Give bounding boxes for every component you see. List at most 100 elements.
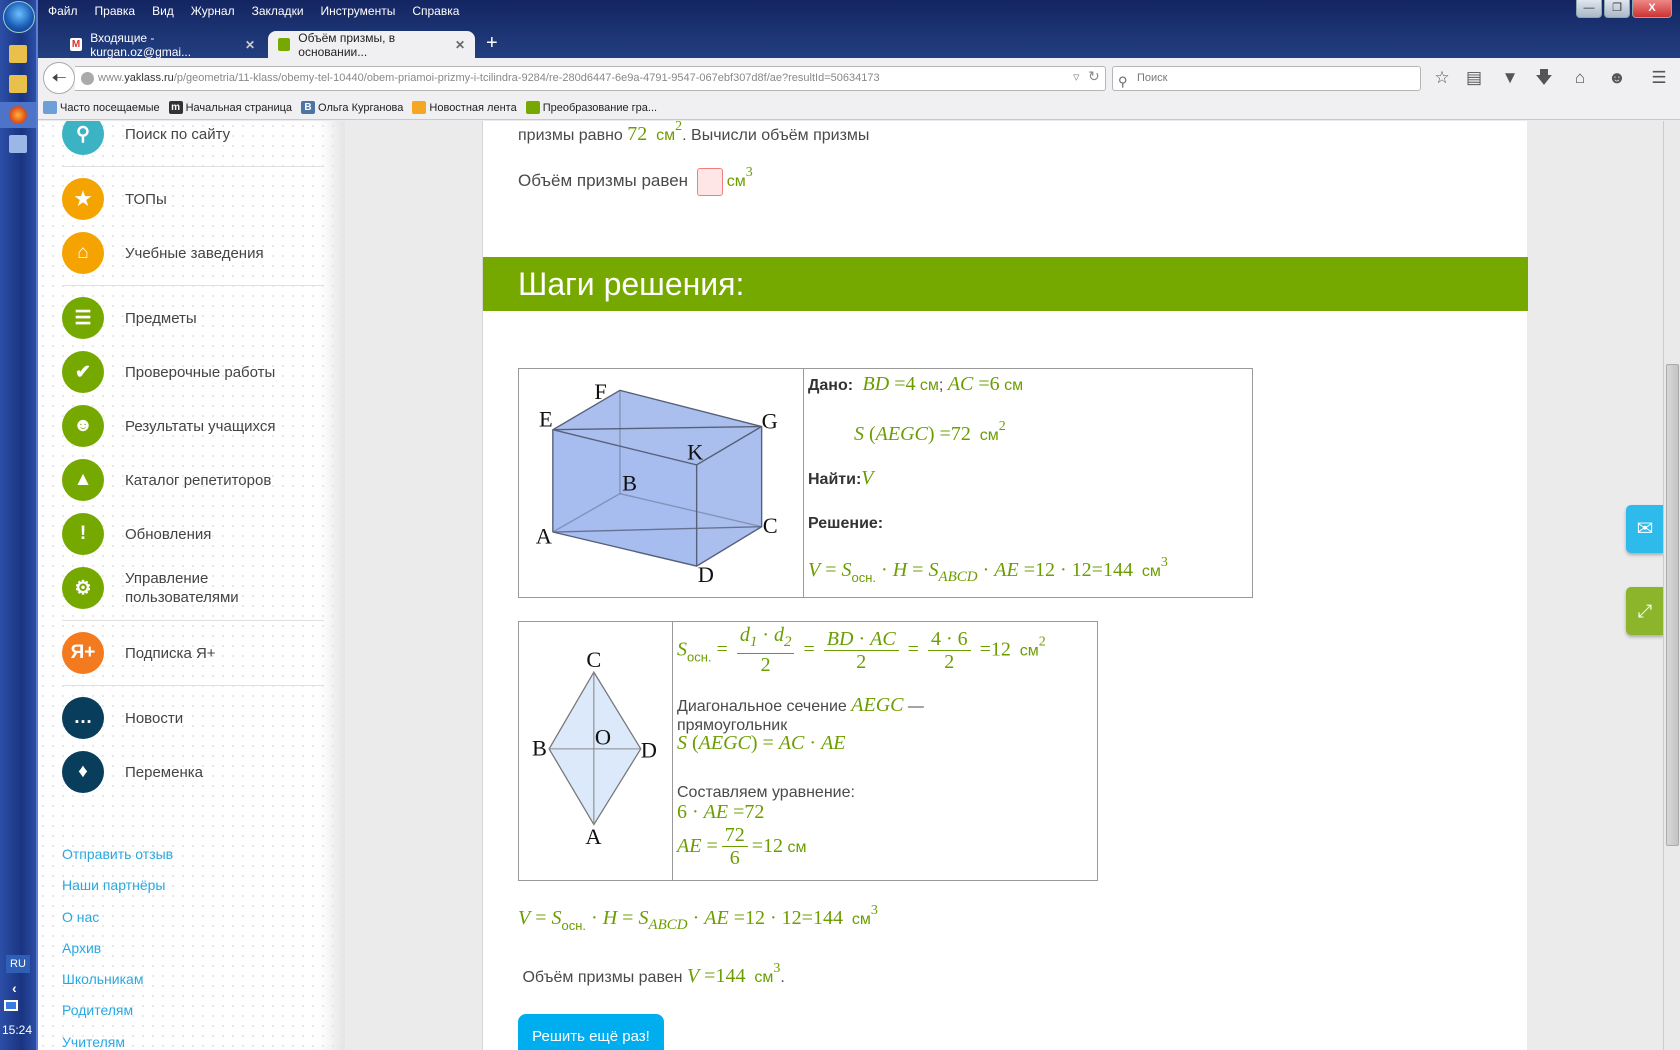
tab-yaklass[interactable]: Объём призмы, в основании... ✕ xyxy=(268,31,475,59)
fraction-numerator: d1 · d2 xyxy=(736,624,795,654)
new-tab-button[interactable]: + xyxy=(486,32,498,55)
tab-gmail[interactable]: M Входящие - kurgan.oz@gmai... ✕ xyxy=(60,31,265,59)
math-u: см xyxy=(745,969,774,986)
windows-taskbar: RU ‹ 15:24 xyxy=(0,0,38,1050)
math-mo: = xyxy=(617,907,639,929)
math-mo: · xyxy=(757,624,774,646)
reload-icon[interactable]: ↻ xyxy=(1088,68,1100,85)
math-t: Составляем уравнение: xyxy=(677,784,855,801)
home-icon[interactable]: ⌂ xyxy=(1569,67,1591,89)
language-indicator[interactable]: RU xyxy=(6,955,30,973)
sidebar-item[interactable]: ☻ Результаты учащихся xyxy=(62,399,324,453)
footer-link[interactable]: Учителям xyxy=(62,1031,173,1050)
menu-history[interactable]: Журнал xyxy=(191,4,235,18)
restore-button[interactable]: ❐ xyxy=(1604,0,1630,18)
retry-button[interactable]: Решить ещё раз! xyxy=(518,1014,664,1050)
sidebar-item[interactable]: ⚲ Поиск по сайту xyxy=(62,121,324,161)
math-mi: d xyxy=(739,624,750,646)
math-mo: · xyxy=(804,732,822,754)
footer-link[interactable]: Школьникам xyxy=(62,968,173,999)
math-mi: AEGC xyxy=(851,694,904,716)
footer-link[interactable]: Родителям xyxy=(62,999,173,1030)
url-bar[interactable]: www.yaklass.ru/p/geometria/11-klass/obem… xyxy=(75,66,1106,91)
reading-list-icon[interactable]: ▤ xyxy=(1463,67,1485,89)
menu-help[interactable]: Справка xyxy=(412,4,459,18)
chat-icon[interactable]: ☻ xyxy=(1606,67,1628,89)
pocket-icon[interactable]: ▼ xyxy=(1499,67,1521,89)
page-scrollbar[interactable] xyxy=(1663,121,1680,1050)
sidebar-divider xyxy=(62,161,324,172)
math-fraction: d1 · d2 2 xyxy=(736,624,795,676)
folder-icon[interactable] xyxy=(9,75,27,93)
sidebar-item-label: Проверочные работы xyxy=(125,363,276,381)
sidebar-item[interactable]: ★ ТОПы xyxy=(62,172,324,226)
math-sup: 2 xyxy=(998,419,1006,434)
footer-link[interactable]: Архив xyxy=(62,937,173,968)
user-gear-icon: ⚙ xyxy=(62,567,104,609)
bookmark-yaklass[interactable]: Преобразование гра... xyxy=(525,101,657,114)
search-input[interactable]: ⚲ Поиск xyxy=(1112,66,1421,91)
sidebar-item[interactable]: … Новости xyxy=(62,691,324,745)
scrollbar-thumb[interactable] xyxy=(1666,364,1679,846)
bookmark-news-feed[interactable]: Новостная лента xyxy=(412,101,517,114)
answer-input[interactable] xyxy=(696,167,723,196)
solution-label: Решение: xyxy=(808,511,883,534)
show-hidden-icons[interactable]: ‹ xyxy=(12,980,17,996)
sidebar-item[interactable]: ! Обновления xyxy=(62,507,324,561)
math-mo: =12 · 12=144 xyxy=(1018,559,1133,581)
fullscreen-button[interactable]: ⤢ xyxy=(1626,587,1664,635)
math-mi: AE xyxy=(703,801,729,823)
footer-link[interactable]: Наши партнёры xyxy=(62,874,173,905)
minimize-button[interactable]: — xyxy=(1576,0,1602,18)
footer-link[interactable]: Отправить отзыв xyxy=(62,843,173,874)
bookmark-start-page[interactable]: m Начальная страница xyxy=(168,101,293,114)
math-subs: осн. xyxy=(561,918,587,933)
bookmark-label: Начальная страница xyxy=(185,101,293,114)
footer-link[interactable]: О нас xyxy=(62,906,173,937)
math-mi: H xyxy=(892,559,908,581)
network-icon[interactable] xyxy=(4,1000,18,1011)
sidebar-item[interactable]: ☰ Предметы xyxy=(62,291,324,345)
label-C: C xyxy=(763,513,778,538)
menu-icon[interactable]: ☰ xyxy=(1648,67,1670,89)
menu-view[interactable]: Вид xyxy=(152,4,174,18)
sidebar-item[interactable]: Я+ Подписка Я+ xyxy=(62,626,324,680)
clock[interactable]: 15:24 xyxy=(2,1023,32,1037)
math-mi: S xyxy=(638,907,649,929)
back-button[interactable]: 🠠 xyxy=(43,62,75,94)
math-b: Дано: xyxy=(808,377,858,394)
math-mo: 6 xyxy=(729,847,740,869)
menu-bookmarks[interactable]: Закладки xyxy=(252,4,304,18)
folder-icon[interactable] xyxy=(9,45,27,63)
menu-tools[interactable]: Инструменты xyxy=(321,4,396,18)
bookmark-star-icon[interactable]: ☆ xyxy=(1431,67,1453,89)
sidebar-item[interactable]: ♦ Переменка xyxy=(62,745,324,799)
url-dropdown-icon[interactable]: ▿ xyxy=(1073,69,1080,85)
start-button[interactable] xyxy=(3,1,35,33)
close-tab-icon[interactable]: ✕ xyxy=(455,38,465,52)
task-text: призмы равно 72 см2. Вычисли объём призм… xyxy=(518,121,869,146)
downloads-icon[interactable]: 🡇 xyxy=(1533,67,1555,89)
label-E: E xyxy=(539,407,553,432)
book-icon: ☰ xyxy=(62,297,104,339)
sidebar-item[interactable]: ⌂ Учебные заведения xyxy=(62,226,324,280)
close-tab-icon[interactable]: ✕ xyxy=(245,38,255,52)
close-window-button[interactable]: X xyxy=(1632,0,1672,18)
sidebar-item[interactable]: ✔ Проверочные работы xyxy=(62,345,324,399)
sidebar-item-label: Управление пользователями xyxy=(125,570,239,606)
sidebar-item[interactable]: ▲ Каталог репетиторов xyxy=(62,453,324,507)
prism-figure-cell: E F G K B A C D xyxy=(519,369,804,597)
bookmark-most-visited[interactable]: Часто посещаемые xyxy=(43,101,160,114)
firefox-icon[interactable] xyxy=(9,106,27,124)
menu-file[interactable]: Файл xyxy=(48,4,78,18)
math-mi: AE xyxy=(677,834,702,857)
sidebar-item[interactable]: ⚙ Управление пользователями xyxy=(62,561,324,615)
gmail-icon: M xyxy=(70,38,83,51)
app-icon[interactable] xyxy=(9,135,27,153)
institution-icon: ⌂ xyxy=(62,232,104,274)
bookmark-vk[interactable]: B Ольга Курганова xyxy=(301,101,403,114)
chat-icon: … xyxy=(62,697,104,739)
feedback-mail-button[interactable]: ✉ xyxy=(1626,505,1664,553)
math-t: призмы равно xyxy=(518,127,628,144)
menu-edit[interactable]: Правка xyxy=(95,4,136,18)
